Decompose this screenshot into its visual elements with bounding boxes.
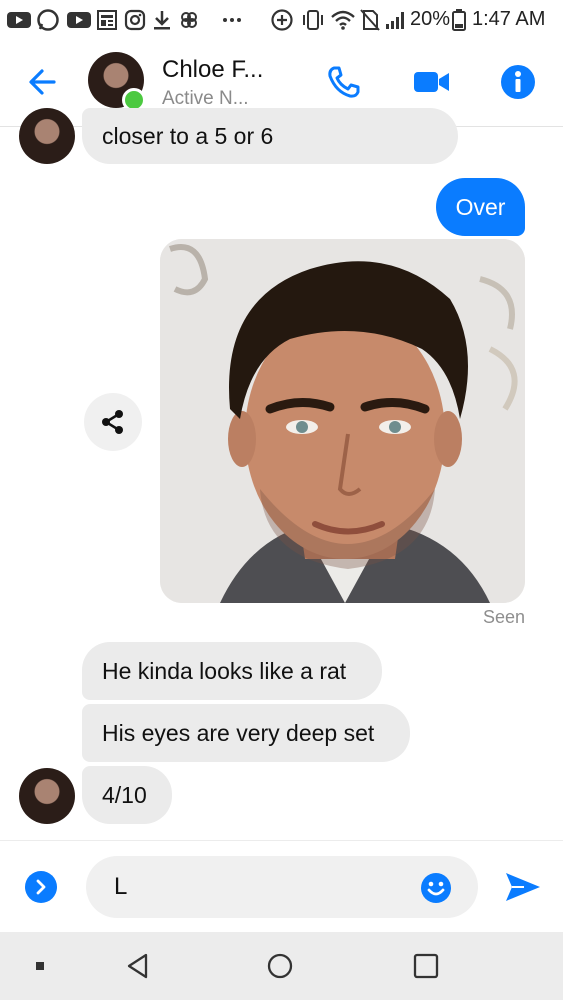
square-recents-icon xyxy=(413,953,439,979)
voice-call-button[interactable] xyxy=(324,62,364,102)
slack-icon xyxy=(178,9,200,31)
message-text: Over xyxy=(455,193,506,220)
nav-back-button[interactable] xyxy=(122,950,154,982)
download-icon xyxy=(152,9,172,31)
message-text: closer to a 5 or 6 xyxy=(102,122,274,149)
square-dot-icon xyxy=(36,962,44,970)
nav-home-button[interactable] xyxy=(264,950,296,982)
instagram-icon xyxy=(124,9,146,31)
video-icon xyxy=(6,9,32,31)
expand-actions-button[interactable] xyxy=(25,871,57,903)
info-button[interactable] xyxy=(498,62,538,102)
man-portrait-image xyxy=(160,239,525,603)
vibrate-icon xyxy=(300,9,326,31)
clock: 1:47 AM xyxy=(472,8,546,30)
youtube-icon xyxy=(66,9,92,31)
more-dots-icon xyxy=(222,9,242,31)
outgoing-message[interactable]: Over xyxy=(436,178,525,236)
video-call-button[interactable] xyxy=(412,62,452,102)
back-button[interactable] xyxy=(24,62,64,102)
nav-dot-button[interactable] xyxy=(24,950,56,982)
sender-avatar[interactable] xyxy=(19,108,75,164)
share-button[interactable] xyxy=(84,393,142,451)
battery-percentage: 20% xyxy=(410,8,451,30)
phone-icon xyxy=(328,66,360,98)
data-saver-icon xyxy=(270,9,294,31)
status-bar: 20% 1:47 AM xyxy=(0,0,563,40)
chevron-right-icon xyxy=(36,879,46,895)
sender-avatar[interactable] xyxy=(19,768,75,824)
incoming-message[interactable]: closer to a 5 or 6 xyxy=(82,108,458,164)
message-text: 4/10 xyxy=(102,781,147,808)
back-arrow-icon xyxy=(29,69,56,95)
message-text: He kinda looks like a rat xyxy=(102,657,347,684)
wifi-icon xyxy=(330,9,356,31)
contact-status: Active N... xyxy=(162,88,249,109)
incoming-message[interactable]: 4/10 xyxy=(82,766,172,824)
message-text: His eyes are very deep set xyxy=(102,719,375,746)
triangle-back-icon xyxy=(127,953,148,979)
circle-home-icon xyxy=(267,953,293,979)
news-icon xyxy=(96,9,118,31)
send-button[interactable] xyxy=(504,869,542,905)
share-icon xyxy=(102,410,123,434)
system-navigation-bar xyxy=(0,932,563,1000)
incoming-message[interactable]: His eyes are very deep set xyxy=(82,704,410,762)
nav-recents-button[interactable] xyxy=(410,950,442,982)
send-icon xyxy=(506,873,540,901)
contact-name[interactable]: Chloe F... xyxy=(162,56,263,84)
battery-icon xyxy=(452,9,466,31)
no-sim-icon xyxy=(360,9,380,31)
smiley-icon xyxy=(421,873,451,903)
seen-receipt: Seen xyxy=(482,607,525,627)
whatsapp-icon xyxy=(36,9,60,31)
info-icon xyxy=(501,65,535,99)
incoming-message[interactable]: He kinda looks like a rat xyxy=(82,642,382,700)
video-camera-icon xyxy=(414,72,449,92)
message-composer xyxy=(0,840,563,933)
shared-photo[interactable] xyxy=(160,239,525,603)
signal-icon xyxy=(384,9,408,31)
emoji-button[interactable] xyxy=(420,872,452,904)
